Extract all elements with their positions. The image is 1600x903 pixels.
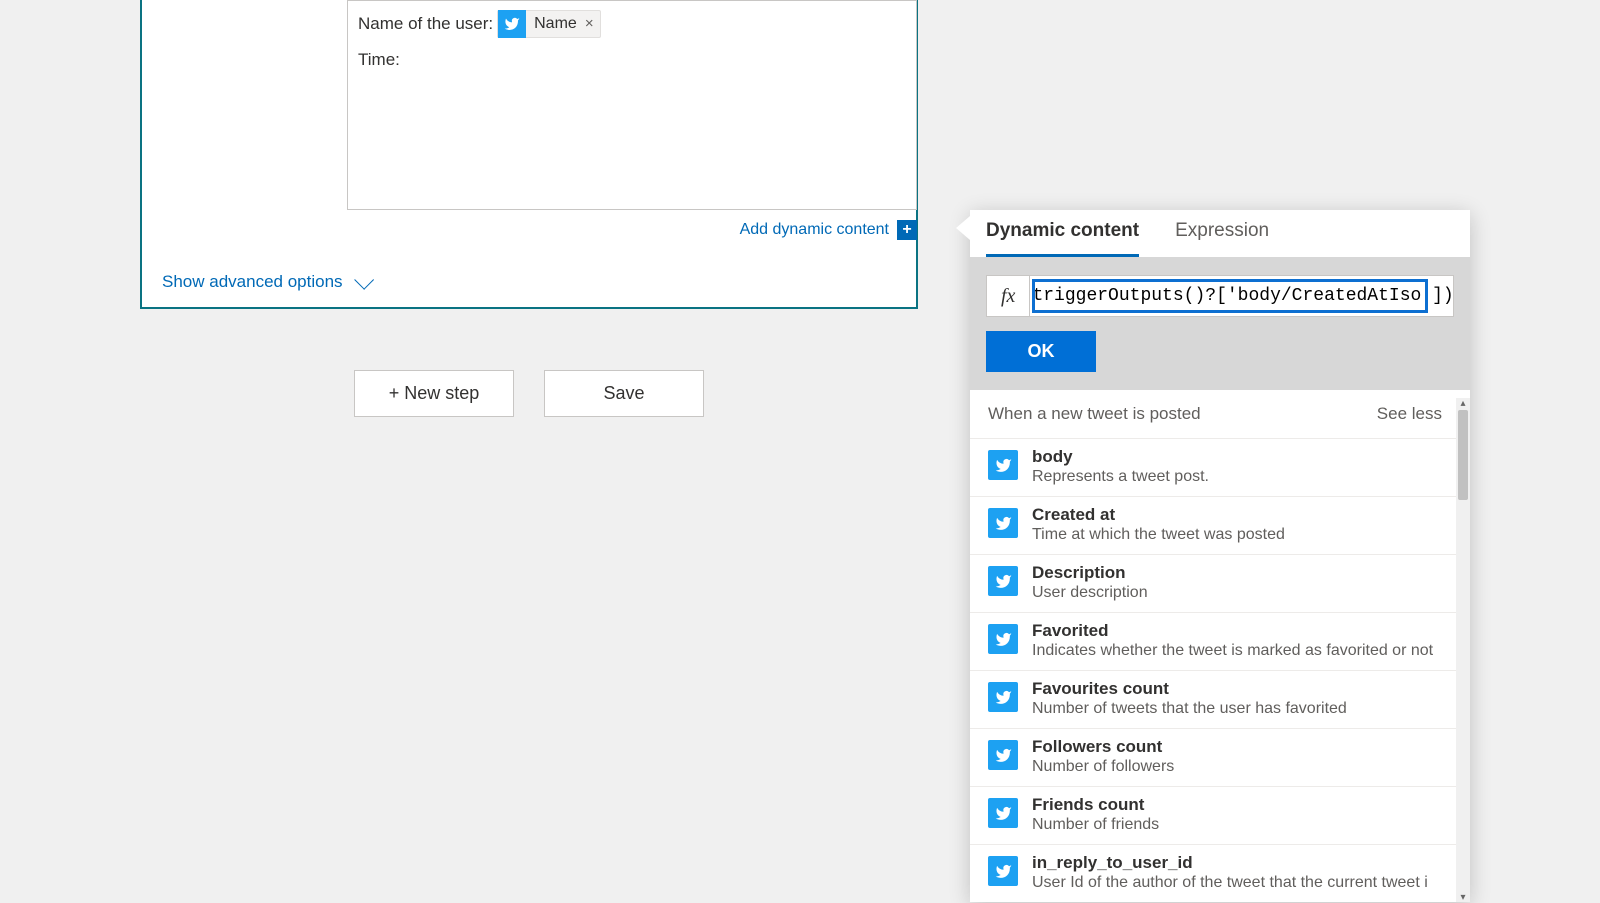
item-description: Number of followers <box>1032 758 1174 776</box>
chevron-down-icon <box>354 270 374 290</box>
dynamic-token-name[interactable]: Name × <box>497 10 600 38</box>
twitter-icon <box>988 798 1018 828</box>
dynamic-content-list: bodyRepresents a tweet post.Created atTi… <box>970 438 1470 902</box>
expression-input[interactable]: fx triggerOutputs()?['body/CreatedAtIso'… <box>986 275 1454 317</box>
dynamic-content-item[interactable]: DescriptionUser description <box>970 554 1456 612</box>
twitter-icon <box>988 508 1018 538</box>
save-button[interactable]: Save <box>544 370 704 417</box>
tab-dynamic-content[interactable]: Dynamic content <box>986 220 1139 257</box>
item-title: body <box>1032 447 1209 467</box>
token-label: Name <box>534 9 577 39</box>
line1-label: Name of the user: <box>358 9 493 39</box>
action-card: Name of the user: Name × Time: Add dynam… <box>140 0 918 309</box>
twitter-icon <box>988 450 1018 480</box>
twitter-icon <box>988 566 1018 596</box>
dynamic-content-item[interactable]: Favourites countNumber of tweets that th… <box>970 670 1456 728</box>
dynamic-content-panel: Dynamic content Expression fx triggerOut… <box>970 210 1470 902</box>
twitter-icon <box>498 10 526 38</box>
show-advanced-options[interactable]: Show advanced options <box>162 272 916 292</box>
dynamic-content-item[interactable]: Friends countNumber of friends <box>970 786 1456 844</box>
item-description: Number of friends <box>1032 816 1159 834</box>
twitter-icon <box>988 682 1018 712</box>
dynamic-content-item[interactable]: in_reply_to_user_idUser Id of the author… <box>970 844 1456 902</box>
close-icon[interactable]: × <box>585 9 594 39</box>
dynamic-content-item[interactable]: bodyRepresents a tweet post. <box>970 438 1456 496</box>
group-title: When a new tweet is posted <box>988 404 1201 424</box>
panel-caret <box>956 216 970 240</box>
see-less-link[interactable]: See less <box>1377 404 1442 424</box>
item-description: Time at which the tweet was posted <box>1032 526 1285 544</box>
line2-label: Time: <box>358 45 400 75</box>
item-title: Favourites count <box>1032 679 1347 699</box>
scroll-thumb[interactable] <box>1458 410 1468 500</box>
item-description: Indicates whether the tweet is marked as… <box>1032 642 1433 660</box>
scrollbar[interactable]: ▴ ▾ <box>1456 398 1470 902</box>
twitter-icon <box>988 856 1018 886</box>
item-description: Number of tweets that the user has favor… <box>1032 700 1347 718</box>
fx-icon: fx <box>987 276 1030 316</box>
item-title: in_reply_to_user_id <box>1032 853 1428 873</box>
item-title: Created at <box>1032 505 1285 525</box>
item-title: Followers count <box>1032 737 1174 757</box>
expression-value: triggerOutputs()?['body/CreatedAtIso']) <box>1032 286 1453 306</box>
plus-icon[interactable]: + <box>897 220 917 240</box>
dynamic-content-item[interactable]: Followers countNumber of followers <box>970 728 1456 786</box>
step-buttons: + New step Save <box>140 370 918 417</box>
item-description: Represents a tweet post. <box>1032 468 1209 486</box>
item-title: Description <box>1032 563 1148 583</box>
tab-expression[interactable]: Expression <box>1175 220 1269 257</box>
message-body-input[interactable]: Name of the user: Name × Time: <box>347 0 917 210</box>
item-description: User Id of the author of the tweet that … <box>1032 874 1428 892</box>
item-description: User description <box>1032 584 1148 602</box>
dynamic-content-item[interactable]: Created atTime at which the tweet was po… <box>970 496 1456 554</box>
item-title: Friends count <box>1032 795 1159 815</box>
dynamic-content-item[interactable]: FavoritedIndicates whether the tweet is … <box>970 612 1456 670</box>
twitter-icon <box>988 740 1018 770</box>
ok-button[interactable]: OK <box>986 331 1096 372</box>
scroll-down-icon[interactable]: ▾ <box>1458 892 1468 902</box>
new-step-button[interactable]: + New step <box>354 370 514 417</box>
add-dynamic-content-link[interactable]: Add dynamic content <box>740 221 889 239</box>
twitter-icon <box>988 624 1018 654</box>
scroll-up-icon[interactable]: ▴ <box>1458 398 1468 408</box>
item-title: Favorited <box>1032 621 1433 641</box>
